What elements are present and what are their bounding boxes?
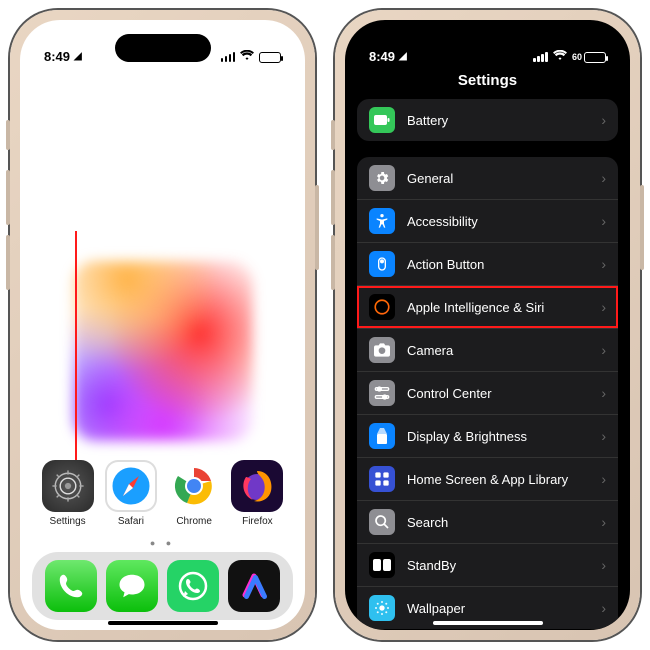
status-time: 8:49 [369, 49, 395, 64]
home-indicator[interactable] [433, 621, 543, 625]
dynamic-island[interactable] [440, 34, 536, 62]
cellular-icon [533, 52, 548, 62]
battery-pct: 60 [572, 52, 582, 62]
app-label: Chrome [164, 516, 224, 527]
app-whatsapp[interactable] [167, 560, 219, 612]
row-label: Search [407, 515, 601, 530]
app-firefox[interactable]: Firefox [227, 460, 287, 527]
chevron-right-icon: › [601, 600, 606, 616]
volume-down-button[interactable] [331, 235, 335, 290]
settings-row-ai-siri[interactable]: Apple Intelligence & Siri› [357, 285, 618, 328]
wallpaper-icon [369, 595, 395, 621]
general-icon [369, 165, 395, 191]
location-icon: ◢ [74, 51, 82, 62]
chevron-right-icon: › [601, 170, 606, 186]
siri-wallpaper-glow [73, 261, 253, 441]
wifi-icon [553, 50, 567, 64]
power-button[interactable] [640, 185, 644, 270]
volume-up-button[interactable] [331, 170, 335, 225]
settings-row-search[interactable]: Search› [357, 500, 618, 543]
chevron-right-icon: › [601, 256, 606, 272]
page-title: Settings [345, 66, 630, 99]
settings-icon [42, 460, 94, 512]
volume-up-button[interactable] [6, 170, 10, 225]
settings-row-display[interactable]: Display & Brightness› [357, 414, 618, 457]
home-screen[interactable]: Settings Safari Chrome [20, 66, 305, 630]
battery-icon: 60 [572, 52, 606, 63]
chevron-right-icon: › [601, 428, 606, 444]
row-label: Display & Brightness [407, 429, 601, 444]
app-label: Safari [101, 516, 161, 527]
row-label: Accessibility [407, 214, 601, 229]
volume-down-button[interactable] [6, 235, 10, 290]
annotation-arrow [75, 231, 77, 486]
row-label: Battery [407, 113, 601, 128]
phone-settings: 8:49 ◢ 60 Settings Battery›General›Acces… [335, 10, 640, 640]
power-button[interactable] [315, 185, 319, 270]
cellular-icon [221, 52, 236, 62]
chrome-icon [168, 460, 220, 512]
mute-switch[interactable] [331, 120, 335, 150]
home-app-row: Settings Safari Chrome [20, 460, 305, 527]
mute-switch[interactable] [6, 120, 10, 150]
settings-group: General›Accessibility›Action Button›Appl… [357, 157, 618, 629]
row-label: Action Button [407, 257, 601, 272]
status-time: 8:49 [44, 49, 70, 64]
page-indicator[interactable]: ● ● [20, 538, 305, 548]
settings-row-camera[interactable]: Camera› [357, 328, 618, 371]
chevron-right-icon: › [601, 514, 606, 530]
chevron-right-icon: › [601, 112, 606, 128]
home-screen-icon [369, 466, 395, 492]
wifi-icon [240, 50, 254, 64]
chevron-right-icon: › [601, 342, 606, 358]
firefox-icon [231, 460, 283, 512]
row-label: Camera [407, 343, 601, 358]
app-chrome[interactable]: Chrome [164, 460, 224, 527]
standby-icon [369, 552, 395, 578]
control-center-icon [369, 380, 395, 406]
row-label: Control Center [407, 386, 601, 401]
app-settings[interactable]: Settings [38, 460, 98, 527]
app-label: Firefox [227, 516, 287, 527]
chevron-right-icon: › [601, 385, 606, 401]
settings-row-general[interactable]: General› [357, 157, 618, 199]
camera-icon [369, 337, 395, 363]
display-icon [369, 423, 395, 449]
row-label: StandBy [407, 558, 601, 573]
settings-row-control-center[interactable]: Control Center› [357, 371, 618, 414]
accessibility-icon [369, 208, 395, 234]
settings-list[interactable]: Battery›General›Accessibility›Action But… [345, 99, 630, 630]
battery-icon [259, 52, 281, 63]
settings-row-accessibility[interactable]: Accessibility› [357, 199, 618, 242]
app-label: Settings [38, 516, 98, 527]
home-indicator[interactable] [108, 621, 218, 625]
row-label: Apple Intelligence & Siri [407, 300, 601, 315]
settings-row-battery[interactable]: Battery› [357, 99, 618, 141]
ai-siri-icon [369, 294, 395, 320]
chevron-right-icon: › [601, 213, 606, 229]
location-icon: ◢ [399, 51, 407, 62]
action-button-icon [369, 251, 395, 277]
chevron-right-icon: › [601, 471, 606, 487]
app-phone[interactable] [45, 560, 97, 612]
row-label: General [407, 171, 601, 186]
row-label: Wallpaper [407, 601, 601, 616]
app-messages[interactable] [106, 560, 158, 612]
settings-row-standby[interactable]: StandBy› [357, 543, 618, 586]
chevron-right-icon: › [601, 299, 606, 315]
dock [32, 552, 293, 620]
chevron-right-icon: › [601, 557, 606, 573]
settings-row-action-button[interactable]: Action Button› [357, 242, 618, 285]
settings-row-home-screen[interactable]: Home Screen & App Library› [357, 457, 618, 500]
settings-group: Battery› [357, 99, 618, 141]
safari-icon [105, 460, 157, 512]
app-safari[interactable]: Safari [101, 460, 161, 527]
dynamic-island[interactable] [115, 34, 211, 62]
phone-home: 8:49 ◢ Settings [10, 10, 315, 640]
app-arc[interactable] [228, 560, 280, 612]
battery-icon [369, 107, 395, 133]
search-icon [369, 509, 395, 535]
row-label: Home Screen & App Library [407, 472, 601, 487]
